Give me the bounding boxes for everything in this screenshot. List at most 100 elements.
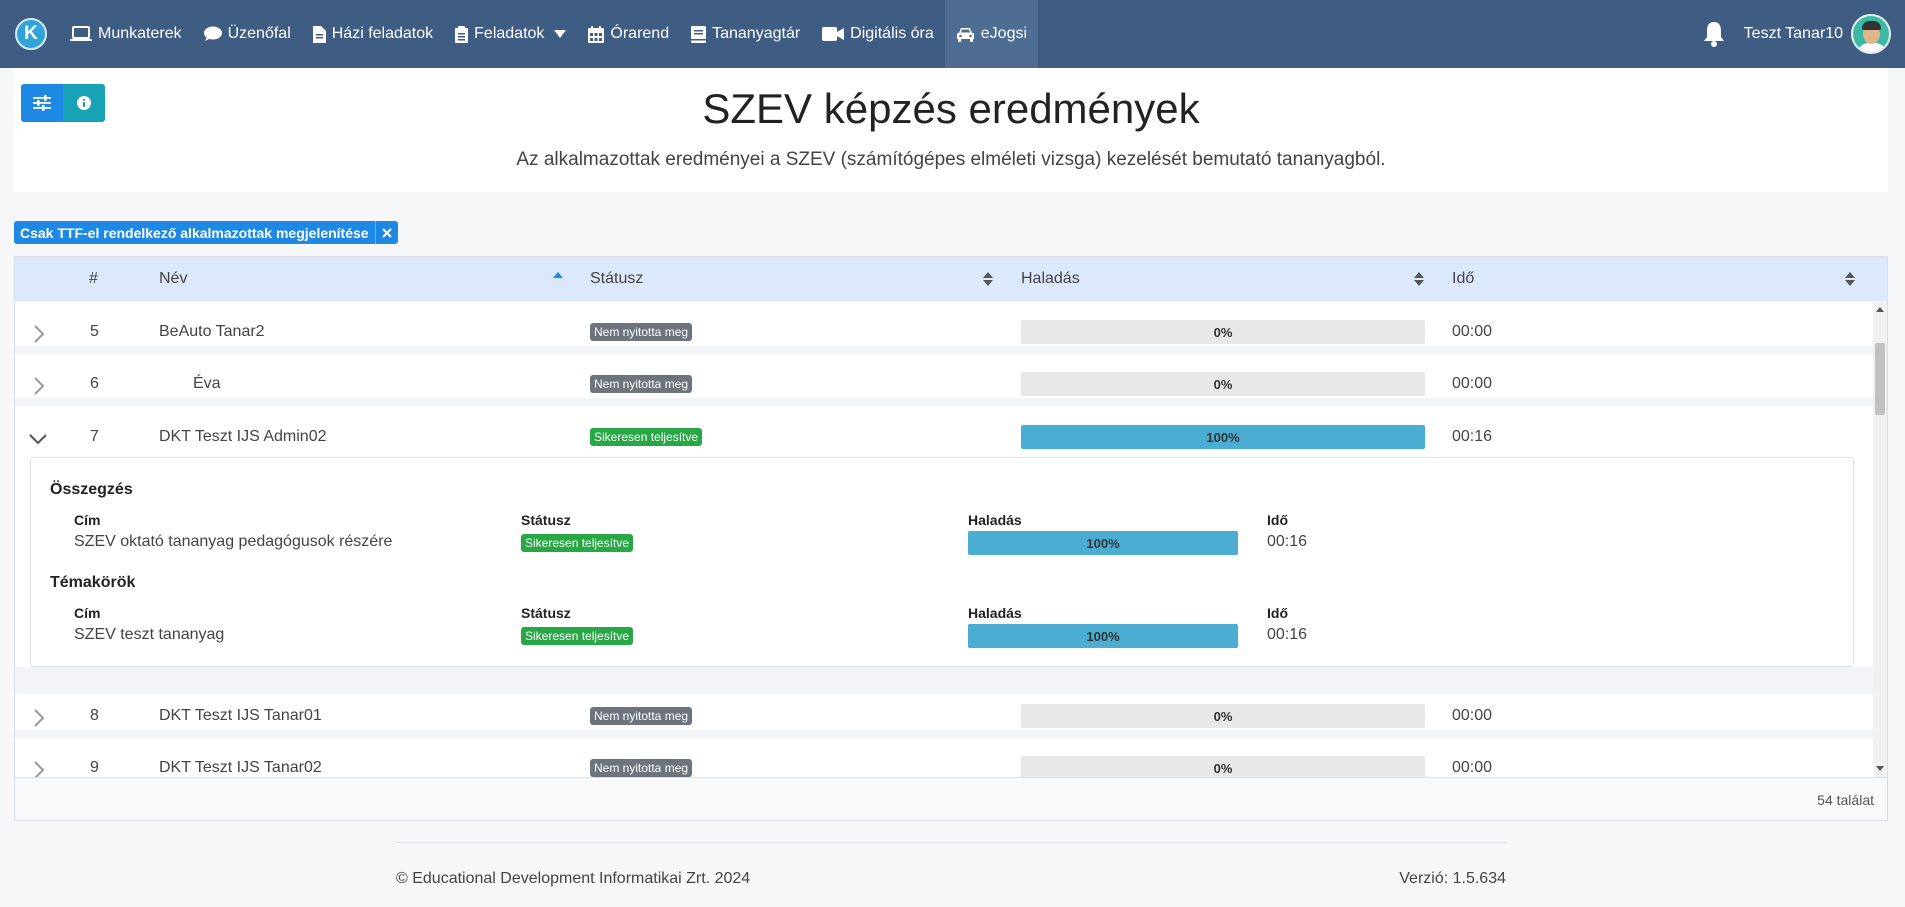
detail-col-progress: Haladás xyxy=(968,605,1022,621)
nav-label: Tananyagtár xyxy=(712,25,801,42)
chevron-right-icon[interactable] xyxy=(33,325,45,343)
bell-icon[interactable] xyxy=(1702,20,1726,48)
progress-bar: 100% xyxy=(1021,425,1425,449)
footer-divider xyxy=(396,842,1506,843)
sort-icon[interactable] xyxy=(1414,272,1424,286)
nav-tananyagtar[interactable]: Tananyagtár xyxy=(680,0,811,68)
status-badge: Nem nyitotta meg xyxy=(590,375,693,393)
progress-label: 100% xyxy=(1086,535,1120,551)
chevron-right-icon[interactable] xyxy=(33,377,45,395)
result-count: 54 találat xyxy=(1817,792,1874,808)
nav-hazi-feladatok[interactable]: Házi feladatok xyxy=(302,0,444,68)
row-num: 5 xyxy=(90,323,99,340)
scroll-thumb[interactable] xyxy=(1875,343,1885,415)
topic-time-value: 00:16 xyxy=(1267,626,1308,643)
detail-col-time: Idő xyxy=(1267,512,1288,528)
brand-logo[interactable]: K xyxy=(15,18,47,50)
nav-user-area: Teszt Tanar10 xyxy=(1702,0,1905,68)
progress-bar: 0% xyxy=(1021,756,1425,777)
scroll-down-arrow[interactable] xyxy=(1876,766,1884,771)
table-header: # Név Státusz Haladás Idő xyxy=(15,257,1887,301)
nav-feladatok[interactable]: Feladatok xyxy=(444,0,577,68)
clipboard-icon xyxy=(455,25,469,43)
nav-ejogsi[interactable]: eJogsi xyxy=(944,0,1039,68)
progress-bar: 0% xyxy=(1021,704,1425,728)
progress-label: 0% xyxy=(1213,760,1233,776)
nav-label: Munkaterek xyxy=(98,25,182,42)
status-badge: Nem nyitotta meg xyxy=(590,323,693,341)
detail-col-status: Státusz xyxy=(521,605,571,621)
status-badge: Nem nyitotta meg xyxy=(590,759,693,777)
video-icon xyxy=(822,27,845,41)
column-header-time[interactable]: Idő xyxy=(1452,257,1474,301)
chevron-right-icon[interactable] xyxy=(33,761,45,777)
user-name[interactable]: Teszt Tanar10 xyxy=(1744,25,1843,43)
chevron-right-icon[interactable] xyxy=(33,709,45,727)
row-time: 00:00 xyxy=(1452,375,1493,392)
chevron-down-icon[interactable] xyxy=(29,433,47,445)
caret-down-icon xyxy=(554,30,567,38)
row-name: BeAuto Tanar2 xyxy=(159,323,265,340)
row-time: 00:00 xyxy=(1452,323,1493,340)
nav-uzenofal[interactable]: Üzenőfal xyxy=(193,0,302,68)
detail-col-progress: Haladás xyxy=(968,512,1022,528)
row-time: 00:16 xyxy=(1452,428,1493,445)
status-badge: Sikeresen teljesítve xyxy=(590,428,703,446)
summary-section-title: Összegzés xyxy=(50,481,133,498)
nav-label: Üzenőfal xyxy=(227,25,291,42)
table-scrollbar[interactable] xyxy=(1873,301,1887,777)
column-header-name[interactable]: Név xyxy=(159,257,187,301)
sort-icon[interactable] xyxy=(983,272,993,286)
sort-asc-icon[interactable] xyxy=(553,271,563,279)
table-row[interactable]: 9 DKT Teszt IJS Tanar02 Nem nyitotta meg… xyxy=(15,746,1873,777)
top-navbar: K Munkaterek Üzenőfal Házi feladatok Fel… xyxy=(0,0,1905,68)
row-name: DKT Teszt IJS Tanar02 xyxy=(159,759,322,776)
topic-title-value: SZEV teszt tananyag xyxy=(74,626,225,643)
avatar[interactable] xyxy=(1851,14,1891,54)
laptop-icon xyxy=(70,26,92,41)
progress-label: 100% xyxy=(1206,429,1240,445)
nav-label: Órarend xyxy=(610,25,670,42)
remove-filter-button[interactable] xyxy=(374,221,398,244)
nav-label: Digitális óra xyxy=(850,25,934,42)
footer-version: Verzió: 1.5.634 xyxy=(1399,870,1506,887)
column-header-num[interactable]: # xyxy=(89,257,98,301)
progress-bar: 0% xyxy=(1021,372,1425,396)
row-num: 6 xyxy=(90,375,99,392)
table-body: 5 BeAuto Tanar2 Nem nyitotta meg 0% 00:0… xyxy=(15,301,1873,777)
nav-digitalis-ora[interactable]: Digitális óra xyxy=(811,0,945,68)
progress-label: 0% xyxy=(1213,376,1233,392)
column-header-progress[interactable]: Haladás xyxy=(1021,257,1080,301)
status-badge: Sikeresen teljesítve xyxy=(521,627,634,645)
row-time: 00:00 xyxy=(1452,759,1493,776)
table-row-expanded[interactable]: 7 DKT Teszt IJS Admin02 Sikeresen teljes… xyxy=(15,415,1873,459)
calendar-icon xyxy=(588,25,605,43)
progress-label: 0% xyxy=(1213,708,1233,724)
status-badge: Sikeresen teljesítve xyxy=(521,534,634,552)
comment-icon xyxy=(203,26,222,41)
detail-col-title: Cím xyxy=(74,605,101,621)
page-header-card: SZEV képzés eredmények Az alkalmazottak … xyxy=(14,68,1888,192)
footer-copyright: © Educational Development Informatikai Z… xyxy=(396,870,751,887)
sort-icon[interactable] xyxy=(1845,272,1855,286)
progress-label: 0% xyxy=(1213,324,1233,340)
table-row[interactable]: 5 BeAuto Tanar2 Nem nyitotta meg 0% 00:0… xyxy=(15,310,1873,354)
nav-label: Feladatok xyxy=(474,25,545,42)
page-subtitle: Az alkalmazottak eredményei a SZEV (szám… xyxy=(516,149,1386,170)
scroll-up-arrow[interactable] xyxy=(1876,307,1884,312)
row-name: DKT Teszt IJS Admin02 xyxy=(159,428,327,445)
column-header-status[interactable]: Státusz xyxy=(590,257,643,301)
progress-label: 100% xyxy=(1086,628,1120,644)
row-num: 9 xyxy=(90,759,99,776)
nav-orarend[interactable]: Órarend xyxy=(577,0,680,68)
filter-chip-label: Csak TTF-el rendelkező alkalmazottak meg… xyxy=(20,224,369,241)
detail-col-title: Cím xyxy=(74,512,101,528)
close-icon xyxy=(381,227,392,238)
topics-section-title: Témakörök xyxy=(50,574,136,591)
table-row[interactable]: 8 DKT Teszt IJS Tanar01 Nem nyitotta meg… xyxy=(15,694,1873,738)
row-num: 8 xyxy=(90,707,99,724)
nav-munkaterek[interactable]: Munkaterek xyxy=(59,0,193,68)
row-name: DKT Teszt IJS Tanar01 xyxy=(159,707,322,724)
row-time: 00:00 xyxy=(1452,707,1493,724)
table-row[interactable]: 6 Éva Nem nyitotta meg 0% 00:00 xyxy=(15,362,1873,406)
